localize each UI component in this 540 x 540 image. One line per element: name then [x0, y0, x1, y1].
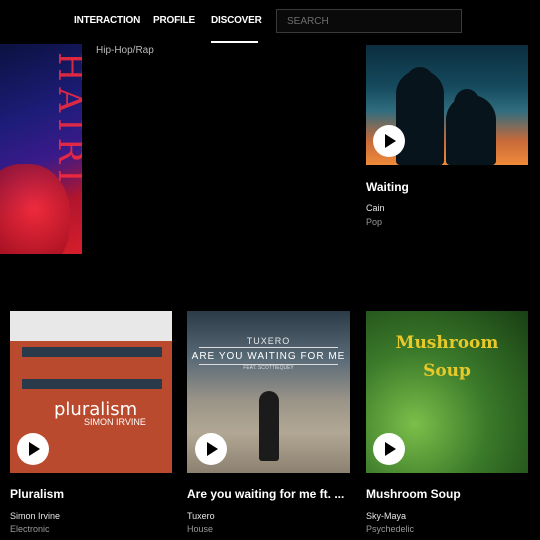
cover-subtext: SIMON IRVINE	[84, 417, 146, 427]
search-input[interactable]	[276, 9, 462, 33]
track-genre: House	[187, 524, 214, 534]
play-icon[interactable]	[195, 433, 227, 465]
track-title[interactable]: Pluralism	[10, 487, 64, 501]
nav-active-indicator	[211, 41, 258, 43]
album-cover-waiting[interactable]	[366, 45, 528, 165]
nav-interaction[interactable]: INTERACTION	[74, 15, 140, 26]
cover-text: FEAT. SCOTTIEQUEY	[243, 365, 294, 371]
play-icon[interactable]	[17, 433, 49, 465]
play-icon[interactable]	[373, 125, 405, 157]
track-title[interactable]: Mushroom Soup	[366, 487, 461, 501]
track-artist[interactable]: Simon Irvine	[10, 511, 60, 521]
track-genre: Pop	[366, 217, 383, 227]
top-nav: INTERACTION PROFILE DISCOVER	[0, 0, 540, 44]
nav-profile[interactable]: PROFILE	[153, 15, 195, 26]
track-title[interactable]: Waiting	[366, 180, 409, 194]
cover-divider	[199, 347, 338, 348]
track-genre: Electronic	[10, 524, 50, 534]
track-title[interactable]: Are you waiting for me ft. ...	[187, 487, 344, 501]
cover-art-windows	[22, 379, 162, 389]
album-cover-are-you-waiting[interactable]: TUXERO ARE YOU WAITING FOR ME FEAT. SCOT…	[187, 311, 350, 473]
cover-text: HAIRI	[50, 52, 82, 189]
cover-art-silhouette-head	[454, 89, 480, 119]
track-artist[interactable]: Sky-Maya	[366, 511, 406, 521]
play-icon[interactable]	[373, 433, 405, 465]
track-artist[interactable]: Tuxero	[187, 511, 215, 521]
track-genre: Hip-Hop/Rap	[96, 45, 154, 56]
track-artist[interactable]: Cain	[366, 203, 385, 213]
cover-text: ARE YOU WAITING FOR ME	[191, 351, 346, 362]
cover-text: TUXERO	[246, 336, 291, 346]
cover-text: Soup	[423, 361, 471, 381]
cover-art-figure	[259, 391, 279, 461]
album-cover-pluralism[interactable]: pluralism SIMON IRVINE	[10, 311, 172, 473]
album-cover-mushroom-soup[interactable]: Mushroom Soup	[366, 311, 528, 473]
cover-art-silhouette-head	[406, 67, 434, 95]
track-genre: Psychedelic	[366, 524, 415, 534]
nav-discover[interactable]: DISCOVER	[211, 15, 262, 26]
cover-art-windows	[22, 347, 162, 357]
album-cover-partial[interactable]: HAIRI	[0, 44, 82, 254]
cover-art-sky	[10, 311, 172, 341]
cover-text: Mushroom	[395, 333, 499, 353]
